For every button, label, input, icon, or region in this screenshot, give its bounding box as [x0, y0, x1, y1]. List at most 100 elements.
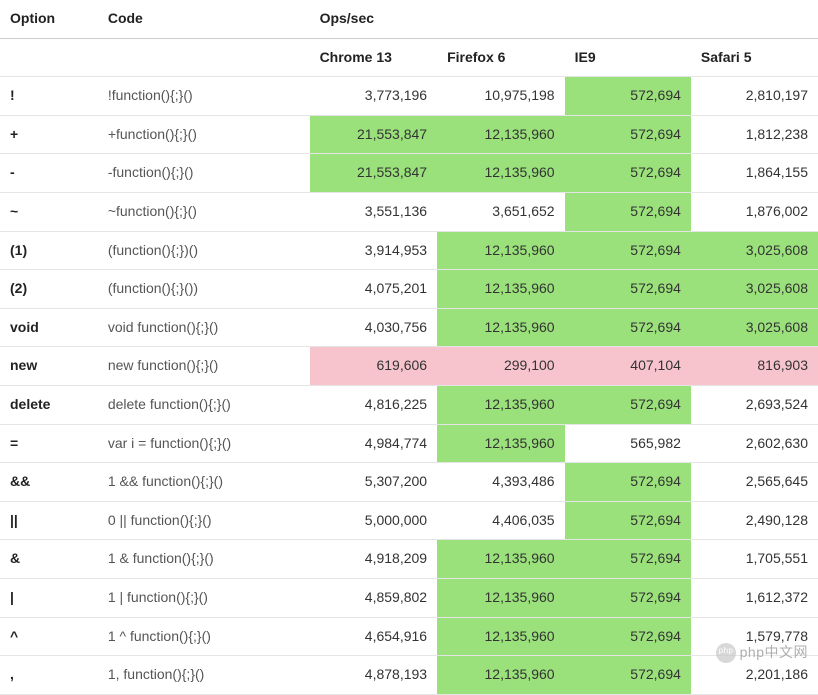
cell-value: 3,914,953 [310, 231, 438, 270]
cell-value: 572,694 [565, 154, 691, 193]
cell-code: new function(){;}() [98, 347, 310, 386]
cell-value: 407,104 [565, 347, 691, 386]
cell-value: 12,135,960 [437, 540, 565, 579]
cell-value: 12,135,960 [437, 385, 565, 424]
col-option: Option [0, 0, 98, 38]
cell-value: 572,694 [565, 385, 691, 424]
cell-value: 1,812,238 [691, 115, 818, 154]
cell-code: 1 && function(){;}() [98, 463, 310, 502]
cell-value: 12,135,960 [437, 270, 565, 309]
cell-option: new [0, 347, 98, 386]
cell-option: (1) [0, 231, 98, 270]
cell-code: var i = function(){;}() [98, 424, 310, 463]
table-row: voidvoid function(){;}()4,030,75612,135,… [0, 308, 818, 347]
cell-value: 1,579,778 [691, 617, 818, 656]
cell-value: 2,693,524 [691, 385, 818, 424]
cell-code: delete function(){;}() [98, 385, 310, 424]
cell-option: || [0, 501, 98, 540]
cell-code: ~function(){;}() [98, 192, 310, 231]
cell-value: 3,025,608 [691, 231, 818, 270]
cell-code: void function(){;}() [98, 308, 310, 347]
cell-value: 4,393,486 [437, 463, 565, 502]
cell-value: 4,859,802 [310, 578, 438, 617]
cell-option: = [0, 424, 98, 463]
cell-option: - [0, 154, 98, 193]
table-row: !!function(){;}()3,773,19610,975,198572,… [0, 77, 818, 116]
cell-option: (2) [0, 270, 98, 309]
cell-value: 1,864,155 [691, 154, 818, 193]
cell-option: && [0, 463, 98, 502]
cell-value: 4,984,774 [310, 424, 438, 463]
cell-value: 2,810,197 [691, 77, 818, 116]
cell-value: 1,705,551 [691, 540, 818, 579]
cell-value: 3,551,136 [310, 192, 438, 231]
cell-value: 10,975,198 [437, 77, 565, 116]
table-row: ++function(){;}()21,553,84712,135,960572… [0, 115, 818, 154]
table-row: ~~function(){;}()3,551,1363,651,652572,6… [0, 192, 818, 231]
cell-value: 572,694 [565, 308, 691, 347]
cell-option: ^ [0, 617, 98, 656]
cell-code: 1 ^ function(){;}() [98, 617, 310, 656]
cell-value: 12,135,960 [437, 115, 565, 154]
cell-value: 12,135,960 [437, 424, 565, 463]
table-row: (1)(function(){;})()3,914,95312,135,9605… [0, 231, 818, 270]
cell-value: 4,816,225 [310, 385, 438, 424]
cell-value: 4,654,916 [310, 617, 438, 656]
cell-value: 4,918,209 [310, 540, 438, 579]
cell-option: ~ [0, 192, 98, 231]
cell-value: 572,694 [565, 192, 691, 231]
cell-value: 816,903 [691, 347, 818, 386]
cell-option: delete [0, 385, 98, 424]
cell-value: 12,135,960 [437, 578, 565, 617]
cell-value: 2,602,630 [691, 424, 818, 463]
table-body: !!function(){;}()3,773,19610,975,198572,… [0, 77, 818, 695]
table-row: --function(){;}()21,553,84712,135,960572… [0, 154, 818, 193]
cell-option: void [0, 308, 98, 347]
cell-value: 4,030,756 [310, 308, 438, 347]
cell-value: 12,135,960 [437, 617, 565, 656]
col-spacer [98, 38, 310, 77]
cell-value: 572,694 [565, 115, 691, 154]
table-row: &&1 && function(){;}()5,307,2004,393,486… [0, 463, 818, 502]
cell-value: 3,773,196 [310, 77, 438, 116]
cell-value: 299,100 [437, 347, 565, 386]
cell-value: 572,694 [565, 270, 691, 309]
table-row: ,1, function(){;}()4,878,19312,135,96057… [0, 656, 818, 695]
cell-value: 619,606 [310, 347, 438, 386]
cell-code: 1, function(){;}() [98, 656, 310, 695]
table-row: deletedelete function(){;}()4,816,22512,… [0, 385, 818, 424]
cell-code: +function(){;}() [98, 115, 310, 154]
col-code: Code [98, 0, 310, 38]
cell-value: 572,694 [565, 501, 691, 540]
col-browser: Firefox 6 [437, 38, 565, 77]
cell-value: 572,694 [565, 656, 691, 695]
col-browser: IE9 [565, 38, 691, 77]
cell-code: 1 & function(){;}() [98, 540, 310, 579]
cell-value: 572,694 [565, 463, 691, 502]
cell-value: 4,878,193 [310, 656, 438, 695]
cell-value: 3,025,608 [691, 308, 818, 347]
cell-value: 21,553,847 [310, 154, 438, 193]
table-row: newnew function(){;}()619,606299,100407,… [0, 347, 818, 386]
cell-code: 1 | function(){;}() [98, 578, 310, 617]
cell-value: 3,651,652 [437, 192, 565, 231]
cell-value: 572,694 [565, 231, 691, 270]
table-row: &1 & function(){;}()4,918,20912,135,9605… [0, 540, 818, 579]
cell-code: -function(){;}() [98, 154, 310, 193]
cell-value: 572,694 [565, 77, 691, 116]
cell-option: ! [0, 77, 98, 116]
cell-value: 21,553,847 [310, 115, 438, 154]
cell-code: (function(){;}()) [98, 270, 310, 309]
cell-value: 12,135,960 [437, 656, 565, 695]
cell-value: 4,406,035 [437, 501, 565, 540]
cell-value: 12,135,960 [437, 154, 565, 193]
cell-value: 2,490,128 [691, 501, 818, 540]
cell-code: 0 || function(){;}() [98, 501, 310, 540]
cell-value: 5,307,200 [310, 463, 438, 502]
cell-value: 5,000,000 [310, 501, 438, 540]
cell-option: + [0, 115, 98, 154]
table-row: ||0 || function(){;}()5,000,0004,406,035… [0, 501, 818, 540]
cell-value: 572,694 [565, 578, 691, 617]
cell-value: 572,694 [565, 617, 691, 656]
cell-value: 1,876,002 [691, 192, 818, 231]
